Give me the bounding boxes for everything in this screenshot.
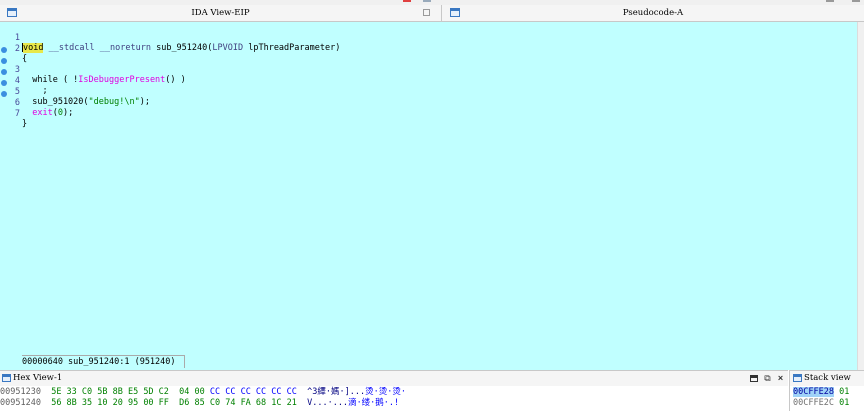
breakpoint-dot-icon[interactable] [1,91,7,97]
code-line[interactable]: 3 while ( !IsDebuggerPresent() ) [0,45,186,85]
code-text[interactable]: ; [22,86,47,96]
tab-ida-view-title: IDA View-EIP [191,8,250,18]
code-line[interactable]: 4 ; [0,56,48,96]
hex-bytes: CC CC CC CC CC CC [209,387,297,397]
hex-row[interactable]: 00951230 5E 33 C0 5B 8B E5 5D C2 04 00 C… [0,387,406,398]
breakpoint-dot-icon[interactable] [1,58,7,64]
hex-ascii: 滴·缕·鹅·.! [348,398,400,408]
code-line[interactable]: 5 sub_951020("debug!\n"); [0,67,150,107]
line-number: 7 [14,109,20,119]
code-text[interactable]: while ( !IsDebuggerPresent() ) [22,75,186,85]
close-icon[interactable] [423,9,430,16]
code-status-bar: 00000640 sub_951240:1 (951240) [0,352,857,370]
hex-bytes: 5E 33 C0 5B 8B E5 5D C2 [51,387,169,397]
stack-row[interactable]: 00CFFE28 01 [793,387,849,398]
tab-pseudocode[interactable]: Pseudocode-A [442,5,864,21]
stack-value: 01 [839,398,850,408]
stack-view-header: Stack view [789,370,864,387]
code-text[interactable]: void __stdcall __noreturn sub_951240(LPV… [22,43,340,53]
hex-ascii: V...·... [307,398,349,408]
close-icon[interactable]: × [776,374,785,383]
view-tab-row: IDA View-EIP Pseudocode-A [0,5,864,22]
tab-ida-view[interactable]: IDA View-EIP [0,5,442,21]
hex-ascii: ^3繹·媽·]... [307,387,366,397]
tab-icon-marker [423,0,431,2]
code-text[interactable]: exit(0); [22,108,73,118]
hex-address: 00951240 [0,398,41,408]
code-line[interactable]: 6 exit(0); [0,78,73,118]
vertical-scrollbar[interactable] [857,22,864,370]
code-text[interactable]: } [22,119,27,129]
stack-row[interactable]: 00CFFE2C 01 [793,398,849,409]
maximize-icon[interactable] [750,375,758,382]
breakpoint-dot-icon[interactable] [1,80,7,86]
float-window-icon[interactable]: ⧉ [763,374,772,383]
code-line[interactable]: 7 } [0,89,27,129]
code-line[interactable]: 1 void __stdcall __noreturn sub_951240(L… [0,23,340,53]
tab-close-marker [852,0,860,2]
window-icon [2,374,11,382]
tab-pseudocode-title: Pseudocode-A [622,8,684,18]
pseudocode-editor[interactable]: 1 void __stdcall __noreturn sub_951240(L… [0,22,857,352]
hex-view-title: Hex View-1 [13,373,63,383]
hex-view-panel[interactable]: 00951230 5E 33 C0 5B 8B E5 5D C2 04 00 C… [0,386,788,411]
hex-address: 00951230 [0,387,41,397]
hex-row[interactable]: 00951240 56 8B 35 10 20 95 00 FF D6 85 C… [0,398,399,409]
code-text[interactable]: { [22,54,27,64]
stack-address: 00CFFE28 [793,387,834,397]
window-icon [793,374,802,382]
breakpoint-dot-icon[interactable] [1,69,7,75]
stack-view-panel[interactable]: 00CFFE28 01 00CFFE2C 01 [789,386,864,411]
hex-view-header: Hex View-1 ⧉ × [0,370,788,387]
breakpoint-dot-icon[interactable] [1,47,7,53]
stack-view-title: Stack view [804,373,851,383]
hex-bytes: 04 00 [179,387,205,397]
hex-bytes: 56 8B 35 10 20 95 00 FF [51,398,169,408]
stack-address: 00CFFE2C [793,398,834,408]
tab-close-marker [403,0,411,2]
hex-ascii: 烫·烫·烫· [365,387,406,397]
hex-bytes: D6 85 C0 74 FA 68 1C 21 [179,398,297,408]
code-line[interactable]: 2 { [0,34,27,64]
location-status: 00000640 sub_951240:1 (951240) [22,355,185,368]
stack-value: 01 [839,387,850,397]
tab-close-marker [826,0,834,2]
code-text[interactable]: sub_951020("debug!\n"); [22,97,150,107]
